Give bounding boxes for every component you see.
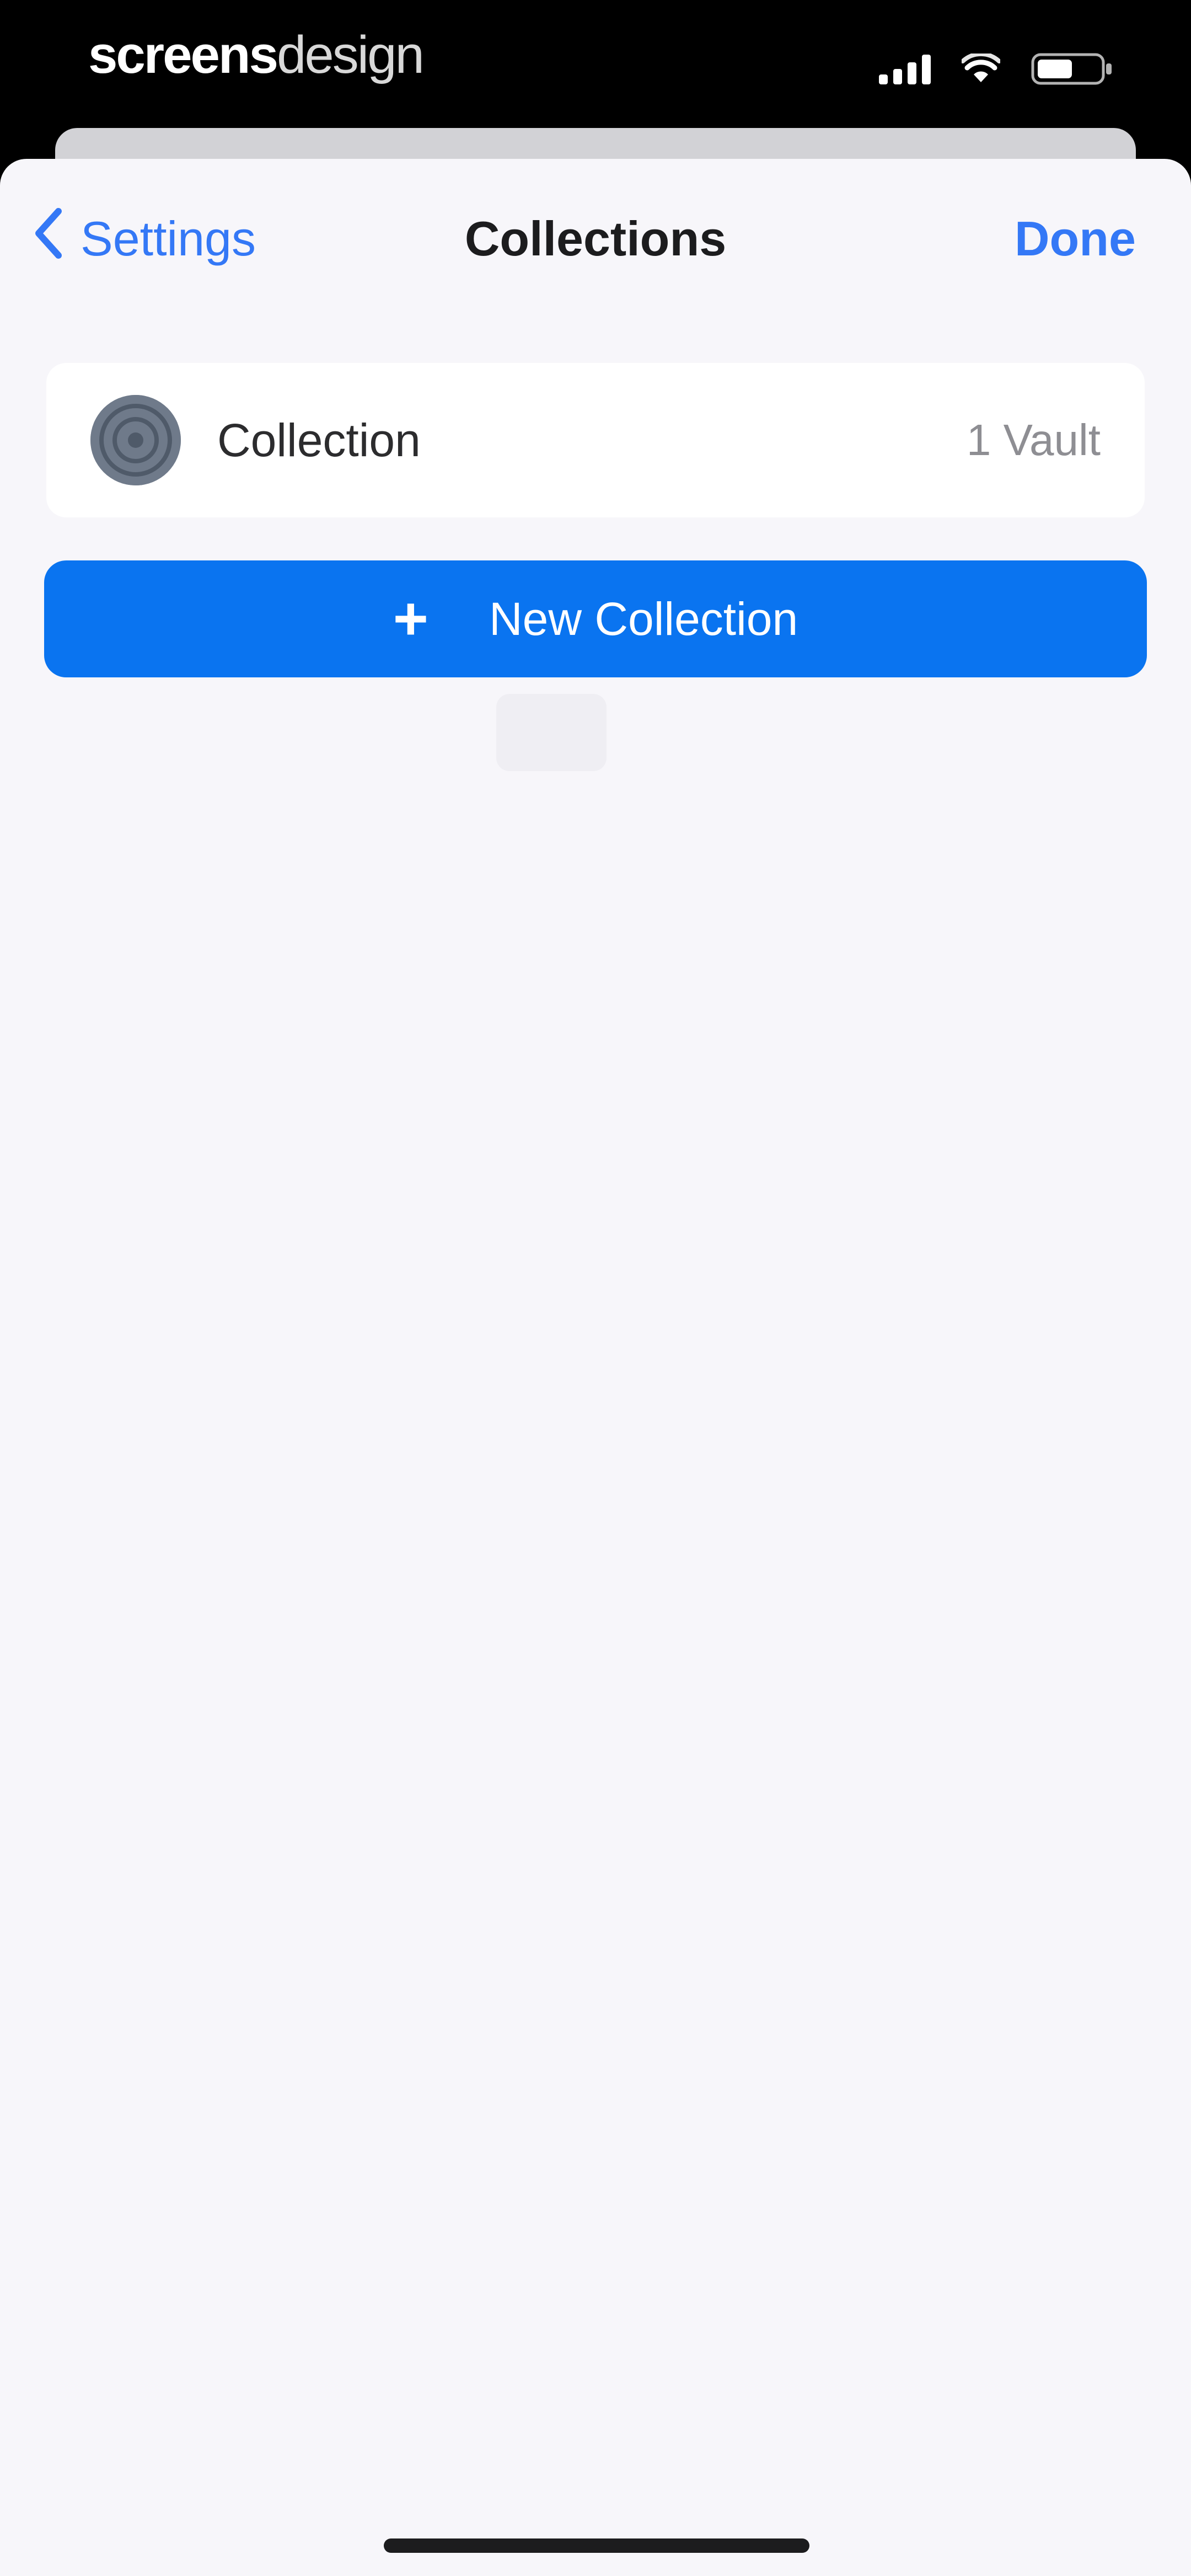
page-title: Collections (464, 211, 727, 266)
collection-avatar (90, 395, 181, 485)
collection-vault-count: 1 Vault (966, 415, 1101, 464)
new-collection-button[interactable]: + New Collection (44, 560, 1147, 677)
signal-icon (879, 54, 931, 84)
home-indicator[interactable] (384, 2538, 809, 2553)
navigation-bar: Settings Collections Done (0, 159, 1191, 319)
wifi-icon (962, 54, 1000, 84)
brand-watermark: screensdesign (88, 22, 425, 88)
new-collection-label: New Collection (489, 592, 798, 645)
brand-text-bold: screens (88, 25, 278, 84)
status-bar: screensdesign (0, 0, 1191, 132)
collection-row[interactable]: Collection 1 Vault (46, 363, 1145, 517)
brand-text-light: design (276, 25, 425, 84)
faint-placeholder (496, 694, 607, 771)
plus-icon: + (393, 585, 428, 653)
done-button[interactable]: Done (1015, 209, 1136, 269)
status-icons (879, 50, 1114, 88)
battery-icon (1031, 51, 1114, 87)
collection-name: Collection (217, 414, 421, 466)
collections-sheet: Settings Collections Done Collection 1 V… (0, 159, 1191, 2576)
